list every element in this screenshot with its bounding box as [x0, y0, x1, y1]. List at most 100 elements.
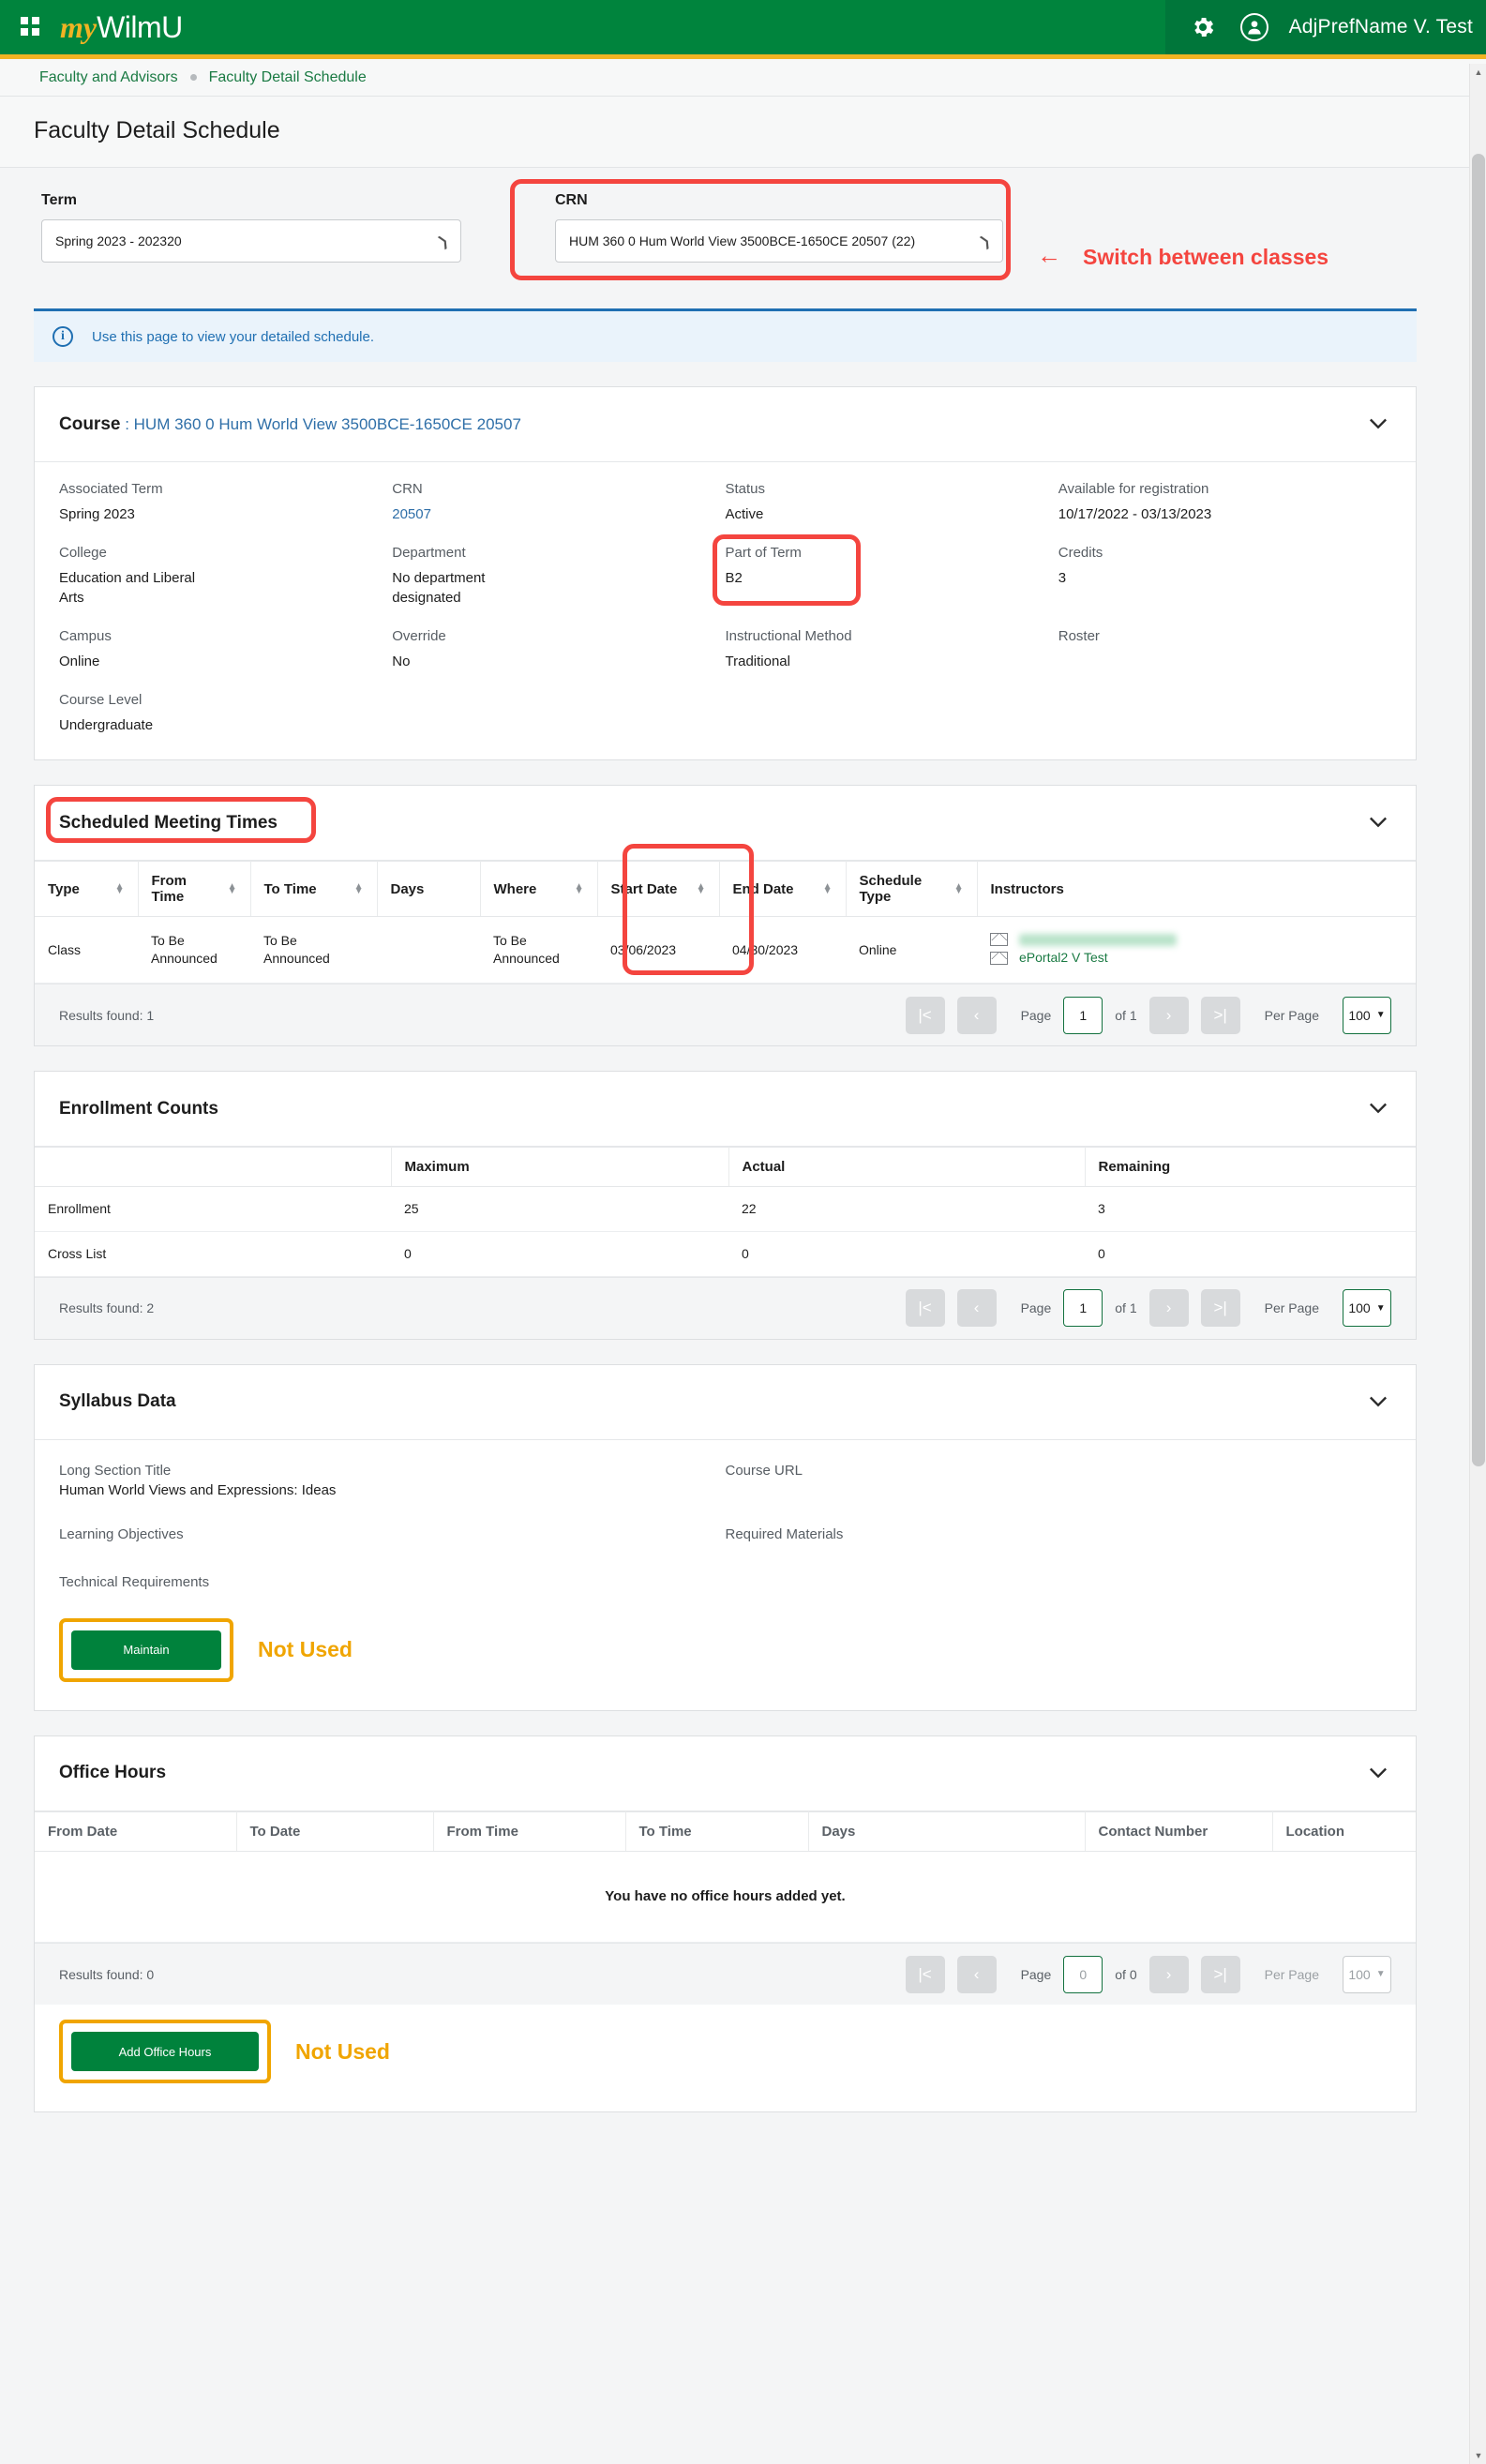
- col-type[interactable]: Type ▲ ▼: [35, 861, 139, 918]
- col-where[interactable]: Where ▲ ▼: [480, 861, 598, 918]
- first-page-button[interactable]: |<: [905, 1289, 945, 1328]
- brand-logo[interactable]: my WilmU: [60, 10, 183, 45]
- apps-grid-icon[interactable]: [21, 17, 41, 38]
- syllabus-data-header[interactable]: Syllabus Data: [35, 1365, 1416, 1440]
- breadcrumb-item-faculty-detail-schedule[interactable]: Faculty Detail Schedule: [209, 69, 367, 86]
- chevron-down-icon[interactable]: [1365, 808, 1391, 837]
- col-maximum: Maximum: [391, 1147, 729, 1188]
- page-label: Page: [1020, 1300, 1052, 1316]
- sort-icon[interactable]: ▲ ▼: [347, 882, 364, 896]
- instructor-name-link[interactable]: ePortal2 V Test: [1019, 949, 1108, 967]
- field-key: Roster: [1058, 627, 1100, 644]
- col-end-date[interactable]: End Date ▲ ▼: [719, 861, 847, 918]
- cell-actual: 22: [728, 1186, 1085, 1233]
- col-label: From Time: [151, 873, 188, 906]
- cell-type: Class: [35, 916, 138, 984]
- last-page-button[interactable]: >|: [1200, 1955, 1240, 1993]
- scroll-down-arrow-icon[interactable]: ▼: [1470, 2447, 1486, 2464]
- per-page-select[interactable]: 100 ▼: [1343, 1955, 1391, 1993]
- per-page-value: 100: [1348, 1300, 1371, 1316]
- envelope-icon[interactable]: [990, 933, 1008, 947]
- page-number-input[interactable]: 1: [1063, 996, 1103, 1034]
- sort-icon[interactable]: ▲ ▼: [689, 882, 706, 896]
- prev-page-button[interactable]: ‹: [956, 996, 997, 1034]
- last-page-button[interactable]: >|: [1200, 996, 1240, 1034]
- sort-icon[interactable]: ▲ ▼: [108, 882, 125, 896]
- chevron-down-icon[interactable]: [1365, 1388, 1391, 1417]
- add-office-hours-button[interactable]: Add Office Hours: [71, 2032, 259, 2072]
- col-instructors[interactable]: Instructors: [977, 861, 1416, 918]
- empty-state-message: You have no office hours added yet.: [35, 1851, 1416, 1944]
- field-value: No department designated: [392, 570, 486, 606]
- syllabus-field-spacer: [726, 1574, 1392, 1594]
- next-page-button[interactable]: ›: [1148, 1289, 1189, 1328]
- first-page-button[interactable]: |<: [905, 996, 945, 1034]
- field-key: Course Level: [59, 692, 143, 708]
- page-scrollbar[interactable]: ▲ ▼: [1469, 64, 1486, 2464]
- sort-icon[interactable]: ▲ ▼: [220, 882, 237, 896]
- per-page-select[interactable]: 100 ▼: [1343, 996, 1391, 1034]
- enrollment-counts-header[interactable]: Enrollment Counts: [35, 1072, 1416, 1148]
- col-schedule-type[interactable]: Schedule Type ▲ ▼: [846, 861, 978, 918]
- col-remaining: Remaining: [1085, 1147, 1416, 1188]
- col-start-date[interactable]: Start Date ▲ ▼: [597, 861, 720, 918]
- user-name-label[interactable]: AdjPrefName V. Test: [1289, 16, 1473, 38]
- cell-to-time: To Be Announced: [250, 916, 377, 984]
- office-hours-header[interactable]: Office Hours: [35, 1736, 1416, 1811]
- syllabus-button-row: Maintain Not Used: [35, 1603, 1416, 1710]
- course-field-spacer-2: [726, 692, 1058, 735]
- scheduled-meeting-times-card: Scheduled Meeting Times Type ▲ ▼ From Time…: [34, 785, 1417, 1047]
- switch-classes-arrow: ←: [1037, 241, 1061, 269]
- col-label: To Time: [263, 880, 317, 897]
- col-from-time[interactable]: From Time ▲ ▼: [138, 861, 251, 918]
- page-number-input[interactable]: 1: [1063, 1289, 1103, 1328]
- gear-icon[interactable]: [1190, 14, 1216, 40]
- page-of-label: of 1: [1115, 1300, 1137, 1316]
- page-number-input[interactable]: 0: [1063, 1955, 1103, 1993]
- syllabus-data-card: Syllabus Data Long Section Title Human W…: [34, 1363, 1417, 1711]
- course-detail-grid: Associated Term Spring 2023 CRN 20507 St…: [35, 462, 1416, 759]
- maintain-button[interactable]: Maintain: [71, 1630, 221, 1670]
- chevron-down-icon[interactable]: [1365, 410, 1391, 439]
- crn-label: CRN: [555, 192, 588, 208]
- prev-page-button[interactable]: ‹: [956, 1955, 997, 1993]
- first-page-button[interactable]: |<: [905, 1955, 945, 1993]
- course-field-part-of-term: Part of Term B2: [712, 534, 1058, 608]
- col-label: Instructors: [990, 880, 1064, 897]
- empty-state-row: You have no office hours added yet.: [35, 1851, 1416, 1944]
- last-page-button[interactable]: >|: [1200, 1289, 1240, 1328]
- sort-icon[interactable]: ▲ ▼: [816, 882, 833, 896]
- term-select[interactable]: Spring 2023 - 202320 ❯: [41, 219, 461, 263]
- crn-link[interactable]: 20507: [392, 505, 579, 524]
- prev-page-button[interactable]: ‹: [956, 1289, 997, 1328]
- page-label: Page: [1020, 1007, 1052, 1023]
- next-page-button[interactable]: ›: [1148, 996, 1189, 1034]
- per-page-select[interactable]: 100 ▼: [1343, 1289, 1391, 1328]
- cell-start-date: 03/06/2023: [597, 916, 719, 984]
- course-card-header[interactable]: Course : HUM 360 0 Hum World View 3500BC…: [35, 387, 1416, 462]
- col-to-time[interactable]: To Time ▲ ▼: [250, 861, 378, 918]
- syllabus-detail-grid: Long Section Title Human World Views and…: [35, 1440, 1416, 1603]
- switch-classes-annotation: Switch between classes: [1083, 245, 1329, 269]
- field-key: Associated Term: [59, 481, 163, 497]
- next-page-button[interactable]: ›: [1148, 1955, 1189, 1993]
- header-right-cluster: AdjPrefName V. Test: [1164, 0, 1486, 54]
- field-value: Online: [59, 653, 100, 669]
- content-cards: Course : HUM 360 0 Hum World View 3500BC…: [0, 386, 1486, 2113]
- chevron-down-icon[interactable]: [1365, 1094, 1391, 1123]
- envelope-icon[interactable]: [990, 951, 1008, 965]
- scroll-up-arrow-icon[interactable]: ▲: [1470, 64, 1486, 81]
- meeting-times-header[interactable]: Scheduled Meeting Times: [35, 786, 1416, 862]
- chevron-down-icon[interactable]: [1365, 1759, 1391, 1788]
- field-value: 3: [1058, 570, 1067, 587]
- avatar[interactable]: [1239, 13, 1268, 41]
- col-days[interactable]: Days: [377, 861, 481, 918]
- sort-icon[interactable]: ▲ ▼: [947, 882, 964, 896]
- cell-schedule-type: Online: [846, 916, 977, 984]
- breadcrumb-item-faculty-and-advisors[interactable]: Faculty and Advisors: [39, 69, 178, 86]
- enrollment-counts-pager: Results found: 2 |< ‹ Page 1 of 1 › >| P…: [35, 1276, 1416, 1339]
- sort-icon[interactable]: ▲ ▼: [567, 882, 584, 896]
- info-banner-text: Use this page to view your detailed sche…: [92, 328, 375, 345]
- scrollbar-thumb[interactable]: [1472, 154, 1485, 1466]
- crn-select[interactable]: HUM 360 0 Hum World View 3500BCE-1650CE …: [555, 219, 1003, 263]
